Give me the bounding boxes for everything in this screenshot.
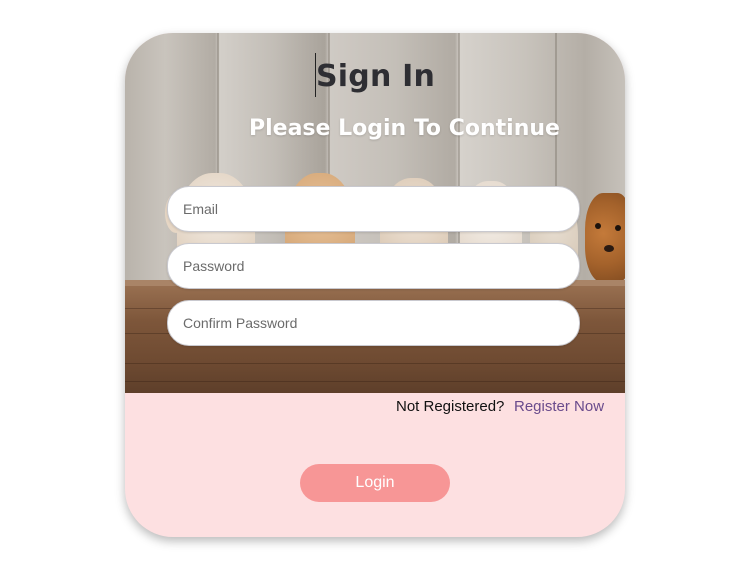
page-subtitle: Please Login To Continue <box>249 116 560 141</box>
confirm-password-field[interactable] <box>167 300 580 346</box>
not-registered-text: Not Registered? <box>396 398 505 415</box>
password-field[interactable] <box>167 243 580 289</box>
email-field[interactable] <box>167 186 580 232</box>
puppy-face <box>585 193 625 283</box>
register-now-link[interactable]: Register Now <box>514 398 604 415</box>
page-title: Sign In <box>316 59 436 94</box>
login-button[interactable]: Login <box>300 464 450 502</box>
sign-in-card: Sign In Please Login To Continue Not Reg… <box>125 33 625 537</box>
